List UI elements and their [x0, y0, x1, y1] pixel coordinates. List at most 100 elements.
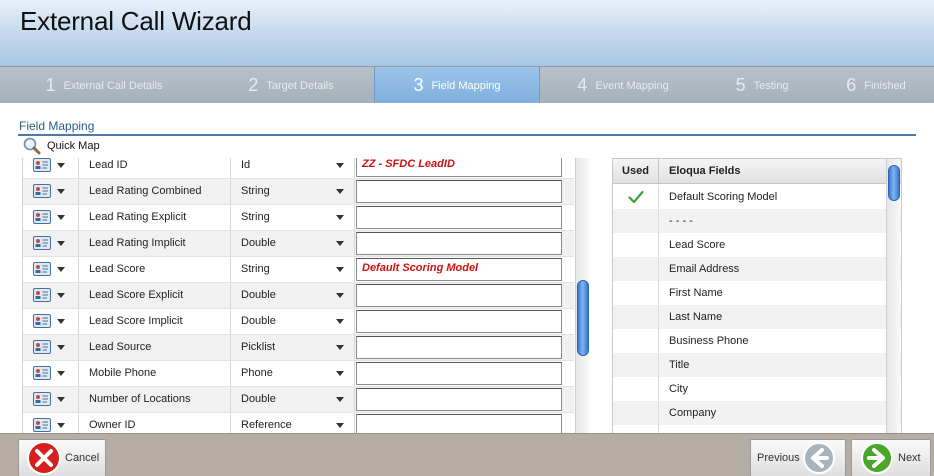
- eloqua-field-row[interactable]: Business Phone: [613, 329, 901, 353]
- field-type-dropdown[interactable]: String: [231, 205, 355, 230]
- chevron-down-icon[interactable]: [57, 267, 65, 272]
- mapping-scrollbar-thumb[interactable]: [577, 280, 589, 356]
- eloqua-field-row[interactable]: Title: [613, 353, 901, 377]
- eloqua-field-name: Company: [669, 407, 717, 419]
- step-event-mapping[interactable]: 4 Event Mapping: [540, 67, 706, 104]
- mapped-value-field[interactable]: [356, 180, 562, 203]
- chevron-down-icon[interactable]: [57, 215, 65, 220]
- field-mapping-grid: Lead ID Id ZZ - SFDC LeadID Lead Rating …: [22, 158, 574, 433]
- chevron-down-icon: [336, 267, 344, 272]
- field-type-dropdown[interactable]: String: [231, 257, 355, 282]
- field-name: Lead Rating Combined: [79, 179, 231, 204]
- eloqua-field-row[interactable]: Default Scoring Model: [613, 185, 901, 209]
- field-name: Lead ID: [79, 158, 231, 178]
- chevron-down-icon[interactable]: [57, 293, 65, 298]
- field-icon-cell[interactable]: [23, 231, 79, 256]
- mapping-row: Owner ID Reference: [23, 413, 574, 433]
- mapped-value-field[interactable]: [356, 284, 562, 307]
- chevron-down-icon: [336, 293, 344, 298]
- contact-card-icon: [33, 158, 51, 172]
- field-type: Reference: [241, 419, 292, 431]
- field-type-dropdown[interactable]: Double: [231, 309, 355, 334]
- field-type-dropdown[interactable]: Double: [231, 231, 355, 256]
- step-target-details[interactable]: 2 Target Details: [208, 67, 374, 104]
- mapped-value-field[interactable]: ZZ - SFDC LeadID: [356, 158, 562, 177]
- used-cell: [613, 329, 659, 353]
- chevron-down-icon: [336, 371, 344, 376]
- mapped-value-field[interactable]: [356, 414, 562, 433]
- field-icon-cell[interactable]: [23, 413, 79, 433]
- eloqua-fields-scrollbar[interactable]: [886, 159, 900, 433]
- mapped-value-field[interactable]: [356, 232, 562, 255]
- chevron-down-icon[interactable]: [57, 371, 65, 376]
- chevron-down-icon[interactable]: [57, 423, 65, 428]
- previous-button[interactable]: Previous: [750, 439, 846, 476]
- step-number: 2: [248, 75, 259, 95]
- field-icon-cell[interactable]: [23, 283, 79, 308]
- mapped-value-field[interactable]: [356, 362, 562, 385]
- field-type-dropdown[interactable]: String: [231, 179, 355, 204]
- field-type-dropdown[interactable]: Picklist: [231, 335, 355, 360]
- field-type-dropdown[interactable]: Reference: [231, 413, 355, 433]
- eloqua-field-row[interactable]: City: [613, 377, 901, 401]
- field-icon-cell[interactable]: [23, 309, 79, 334]
- eloqua-field-name: - - - -: [669, 215, 693, 227]
- chevron-down-icon[interactable]: [57, 319, 65, 324]
- step-finished[interactable]: 6 Finished: [818, 67, 934, 104]
- mapping-row: Lead Source Picklist: [23, 335, 574, 361]
- field-type-dropdown[interactable]: Id: [231, 158, 355, 178]
- field-icon-cell[interactable]: [23, 335, 79, 360]
- chevron-down-icon[interactable]: [57, 163, 65, 168]
- field-type-dropdown[interactable]: Double: [231, 387, 355, 412]
- field-icon-cell[interactable]: [23, 361, 79, 386]
- step-external-call-details[interactable]: 1 External Call Details: [0, 67, 208, 104]
- mapped-value-field[interactable]: [356, 206, 562, 229]
- quick-map-label: Quick Map: [47, 140, 100, 152]
- field-icon-cell[interactable]: [23, 158, 79, 178]
- eloqua-field-row[interactable]: - - - -: [613, 209, 901, 233]
- mapping-row: Mobile Phone Phone: [23, 361, 574, 387]
- eloqua-field-row[interactable]: Company: [613, 401, 901, 425]
- eloqua-fields-panel: Used Eloqua Fields Default Scoring Model…: [612, 158, 902, 433]
- mapped-value-field[interactable]: [356, 388, 562, 411]
- mapped-value-field[interactable]: Default Scoring Model: [356, 258, 562, 281]
- field-type-dropdown[interactable]: Double: [231, 283, 355, 308]
- step-testing[interactable]: 5 Testing: [706, 67, 818, 104]
- eloqua-field-row[interactable]: [613, 425, 901, 433]
- step-label: Event Mapping: [595, 79, 669, 92]
- next-button[interactable]: Next: [851, 439, 931, 476]
- chevron-down-icon[interactable]: [57, 345, 65, 350]
- field-icon-cell[interactable]: [23, 257, 79, 282]
- quick-map-button[interactable]: Quick Map: [22, 137, 100, 155]
- mapping-scrollbar[interactable]: [575, 158, 589, 433]
- eloqua-field-row[interactable]: Last Name: [613, 305, 901, 329]
- step-field-mapping[interactable]: 3 Field Mapping: [374, 67, 540, 104]
- chevron-down-icon[interactable]: [57, 397, 65, 402]
- used-cell: [613, 305, 659, 329]
- eloqua-scrollbar-thumb[interactable]: [888, 165, 900, 201]
- contact-card-icon: [33, 236, 51, 250]
- eloqua-field-row[interactable]: Lead Score: [613, 233, 901, 257]
- field-icon-cell[interactable]: [23, 179, 79, 204]
- field-type: Double: [241, 289, 276, 301]
- cancel-button[interactable]: Cancel: [18, 439, 106, 476]
- eloqua-field-row[interactable]: First Name: [613, 281, 901, 305]
- field-icon-cell[interactable]: [23, 205, 79, 230]
- chevron-down-icon[interactable]: [57, 241, 65, 246]
- field-type: Double: [241, 237, 276, 249]
- chevron-down-icon[interactable]: [57, 189, 65, 194]
- field-name: Lead Source: [79, 335, 231, 360]
- eloqua-field-name: Business Phone: [669, 335, 749, 347]
- field-icon-cell[interactable]: [23, 387, 79, 412]
- eloqua-field-row[interactable]: Email Address: [613, 257, 901, 281]
- mapped-value-field[interactable]: [356, 310, 562, 333]
- mapped-value-field[interactable]: [356, 336, 562, 359]
- chevron-down-icon: [336, 241, 344, 246]
- arrow-right-icon: [861, 442, 893, 474]
- field-type-dropdown[interactable]: Phone: [231, 361, 355, 386]
- used-column-header[interactable]: Used: [613, 159, 659, 184]
- step-label: Finished: [864, 79, 906, 92]
- contact-card-icon: [33, 418, 51, 432]
- eloqua-fields-column-header[interactable]: Eloqua Fields: [669, 159, 741, 184]
- step-number: 4: [577, 75, 588, 95]
